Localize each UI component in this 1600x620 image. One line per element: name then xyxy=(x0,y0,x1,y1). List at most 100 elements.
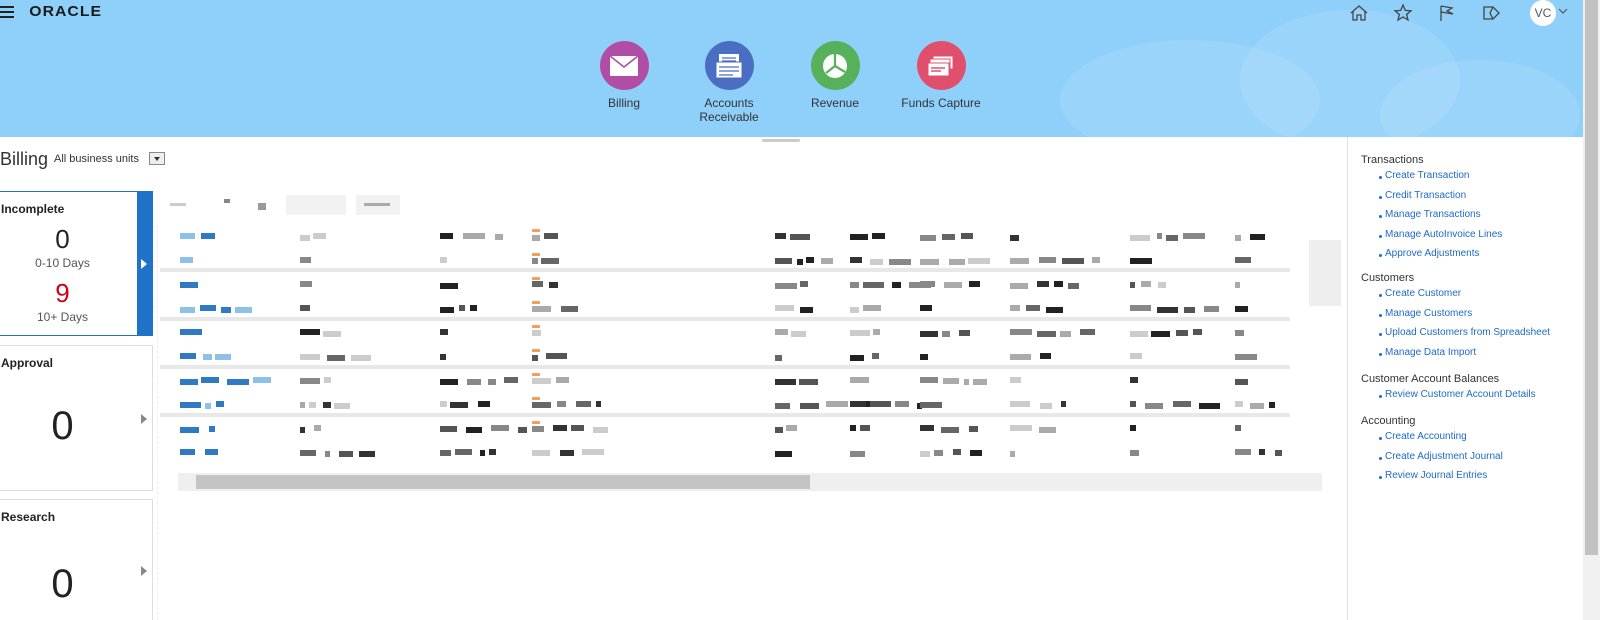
redacted-cell xyxy=(314,425,321,431)
table-vertical-scrollbar[interactable] xyxy=(1309,240,1341,306)
bullet-icon xyxy=(1379,437,1382,440)
task-link[interactable]: Review Customer Account Details xyxy=(1385,389,1536,400)
task-link[interactable]: Manage Customers xyxy=(1385,308,1472,319)
redacted-cell xyxy=(180,449,195,455)
redacted-cell xyxy=(790,234,810,240)
redacted-cell xyxy=(488,379,496,385)
redacted-cell xyxy=(920,425,934,431)
count-old[interactable]: 9 xyxy=(0,278,125,309)
collapse-handle[interactable] xyxy=(762,139,800,142)
chevron-right-icon[interactable] xyxy=(141,414,147,424)
business-unit-dropdown[interactable] xyxy=(149,152,165,165)
row-separator xyxy=(160,413,1290,417)
redacted-cell xyxy=(873,329,880,335)
task-section-heading: Accounting xyxy=(1361,415,1416,427)
redacted-cell xyxy=(467,379,481,385)
payment-cards-icon xyxy=(916,41,966,90)
task-section-heading: Customer Account Balances xyxy=(1361,373,1500,385)
redacted-cell xyxy=(1235,449,1251,455)
redacted-cell xyxy=(221,307,231,313)
redacted-cell xyxy=(593,427,608,433)
redacted-cell xyxy=(1145,403,1163,409)
redacted-cell xyxy=(1176,330,1188,336)
redacted-cell xyxy=(920,305,932,311)
redacted-cell xyxy=(973,379,987,385)
redacted-cell xyxy=(300,235,310,241)
redacted-cell xyxy=(850,377,869,383)
notifications-flag-icon[interactable] xyxy=(1436,2,1458,24)
redacted-cell xyxy=(463,233,485,239)
bullet-icon xyxy=(1379,476,1382,479)
redacted-cell xyxy=(440,307,454,313)
redacted-cell xyxy=(1235,354,1257,360)
task-link[interactable]: Credit Transaction xyxy=(1385,190,1466,201)
chevron-down-icon[interactable] xyxy=(1558,6,1568,16)
redacted-cell xyxy=(459,305,465,311)
redacted-cell xyxy=(775,258,792,264)
app-tile-billing[interactable]: Billing xyxy=(569,41,679,110)
favorites-star-icon[interactable] xyxy=(1392,2,1414,24)
app-tile-accounts-receivable[interactable]: Accounts Receivable xyxy=(674,41,784,124)
card-research[interactable]: Research 0 xyxy=(0,499,153,620)
count: 0 xyxy=(51,404,74,448)
redacted-cell xyxy=(1130,353,1142,359)
task-link[interactable]: Upload Customers from Spreadsheet xyxy=(1385,327,1550,338)
task-link[interactable]: Manage AutoInvoice Lines xyxy=(1385,229,1502,240)
redacted-cell xyxy=(800,403,819,409)
task-link[interactable]: Create Transaction xyxy=(1385,170,1470,181)
chevron-right-icon[interactable] xyxy=(141,566,147,576)
redacted-cell xyxy=(300,257,311,263)
page-scrollbar[interactable] xyxy=(1583,0,1600,620)
redacted-cell xyxy=(1060,331,1071,337)
transactions-table[interactable] xyxy=(160,225,1320,480)
card-approval[interactable]: Approval 0 xyxy=(0,345,153,491)
label-recent: 0-10 Days xyxy=(35,256,90,270)
redacted-cell xyxy=(201,233,215,239)
task-link[interactable]: Review Journal Entries xyxy=(1385,470,1487,481)
envelope-icon xyxy=(599,41,649,90)
redacted-cell xyxy=(1235,282,1240,288)
table-scroll-thumb[interactable] xyxy=(196,475,810,489)
redacted-cell xyxy=(1010,377,1021,383)
redacted-cell xyxy=(1130,235,1150,241)
redacted-cell xyxy=(325,451,330,457)
redacted-cell xyxy=(180,329,202,335)
redacted-cell xyxy=(557,401,566,407)
task-link[interactable]: Create Adjustment Journal xyxy=(1385,451,1503,462)
app-tile-funds-capture[interactable]: Funds Capture xyxy=(886,41,996,110)
redacted-cell xyxy=(1259,449,1265,455)
watchlist-icon[interactable] xyxy=(1480,2,1502,24)
task-link[interactable]: Manage Data Import xyxy=(1385,347,1476,358)
redacted-cell xyxy=(1130,258,1152,264)
task-link[interactable]: Create Accounting xyxy=(1385,431,1467,442)
redacted-cell xyxy=(964,379,969,385)
redacted-cell xyxy=(440,379,458,385)
redacted-cell xyxy=(969,281,980,287)
app-tile-revenue[interactable]: Revenue xyxy=(780,41,890,110)
row-separator xyxy=(160,365,1290,369)
redacted-cell xyxy=(969,426,978,432)
redacted-cell xyxy=(560,450,574,456)
redacted-cell xyxy=(216,401,224,407)
row-separator xyxy=(160,317,1290,321)
redacted-cell xyxy=(180,257,193,263)
card-incomplete[interactable]: Incomplete 0 0-10 Days 9 10+ Days xyxy=(0,191,153,336)
redacted-cell xyxy=(532,330,541,336)
redacted-cell xyxy=(466,427,482,433)
redacted-cell xyxy=(532,450,550,456)
task-link[interactable]: Create Customer xyxy=(1385,288,1461,299)
column-guide xyxy=(157,225,158,620)
redacted-cell xyxy=(561,306,578,312)
redacted-cell xyxy=(821,258,833,264)
redacted-cell xyxy=(786,425,797,431)
task-link[interactable]: Manage Transactions xyxy=(1385,209,1481,220)
redacted-cell xyxy=(541,258,559,264)
task-link[interactable]: Approve Adjustments xyxy=(1385,248,1480,259)
task-section-heading: Customers xyxy=(1361,272,1415,284)
redacted-cell xyxy=(1010,258,1029,264)
user-avatar[interactable]: VC xyxy=(1530,0,1556,26)
navigator-menu-icon[interactable] xyxy=(0,6,14,18)
chevron-right-icon[interactable] xyxy=(141,259,147,269)
home-icon[interactable] xyxy=(1348,2,1370,24)
redacted-cell xyxy=(1040,353,1051,359)
